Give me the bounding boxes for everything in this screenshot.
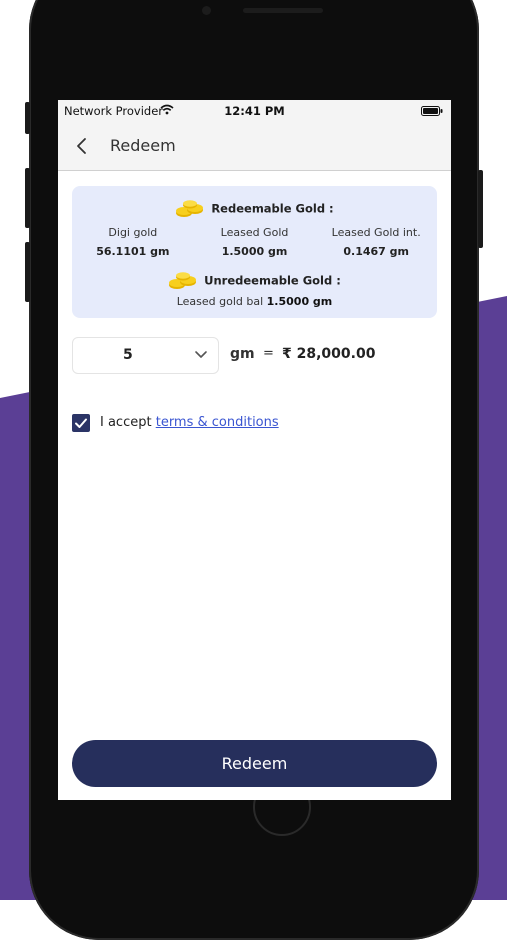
volume-down-button xyxy=(25,242,30,302)
gold-balance-card: Redeemable Gold : Digi gold 56.1101 gm L… xyxy=(72,186,437,318)
unredeemable-heading-text: Unredeemable Gold : xyxy=(204,273,341,288)
leased-bal-label: Leased gold bal xyxy=(176,295,264,308)
leased-gold-balance: Leased gold bal 1.5000 gm xyxy=(72,295,437,308)
leased-bal-value: 1.5000 gm xyxy=(266,295,333,308)
power-button xyxy=(478,170,483,248)
unredeemable-heading: Unredeemable Gold : xyxy=(72,272,437,290)
item-label: Digi gold xyxy=(108,226,158,239)
speaker-grille xyxy=(243,8,323,13)
gold-coins-icon xyxy=(176,200,204,217)
chevron-down-icon xyxy=(195,351,207,358)
quantity-dropdown[interactable]: 5 xyxy=(72,337,219,374)
app-screen: Network Provider 12:41 PM Redeem Redeema… xyxy=(58,100,451,800)
redeemable-heading-text: Redeemable Gold : xyxy=(211,201,334,216)
checkmark-icon xyxy=(75,418,87,428)
item-label: Leased Gold int. xyxy=(331,226,421,239)
item-value: 56.1101 gm xyxy=(96,245,170,258)
terms-conditions-link[interactable]: terms & conditions xyxy=(156,415,279,430)
item-label: Leased Gold xyxy=(220,226,289,239)
amount-value: ₹ 28,000.00 xyxy=(282,346,376,362)
item-value: 0.1467 gm xyxy=(343,245,409,258)
gold-coins-icon xyxy=(169,272,197,289)
redeemable-heading: Redeemable Gold : xyxy=(72,200,437,218)
unit-label: gm xyxy=(230,346,255,362)
chevron-left-icon xyxy=(77,138,86,154)
accept-prefix: I accept xyxy=(100,415,152,430)
battery-icon xyxy=(421,106,443,116)
redeemable-items: Digi gold 56.1101 gm Leased Gold 1.5000 … xyxy=(72,226,437,258)
back-button[interactable] xyxy=(72,136,92,156)
redeemable-item-digi-gold: Digi gold 56.1101 gm xyxy=(72,226,194,258)
accept-terms-text: I accept terms & conditions xyxy=(100,415,279,430)
mute-switch xyxy=(25,102,30,134)
redeemable-item-leased-gold-int: Leased Gold int. 0.1467 gm xyxy=(315,226,437,258)
front-camera xyxy=(202,6,211,15)
volume-up-button xyxy=(25,168,30,228)
status-time: 12:41 PM xyxy=(224,104,285,118)
accept-terms-checkbox[interactable] xyxy=(72,414,90,432)
quantity-selected-value: 5 xyxy=(123,347,133,363)
page-title: Redeem xyxy=(110,136,176,155)
equals-sign: = xyxy=(263,346,274,361)
redeemable-item-leased-gold: Leased Gold 1.5000 gm xyxy=(194,226,316,258)
status-bar: Network Provider 12:41 PM xyxy=(58,100,451,122)
redeem-button[interactable]: Redeem xyxy=(72,740,437,787)
navigation-bar: Redeem xyxy=(58,122,451,171)
item-value: 1.5000 gm xyxy=(221,245,288,258)
